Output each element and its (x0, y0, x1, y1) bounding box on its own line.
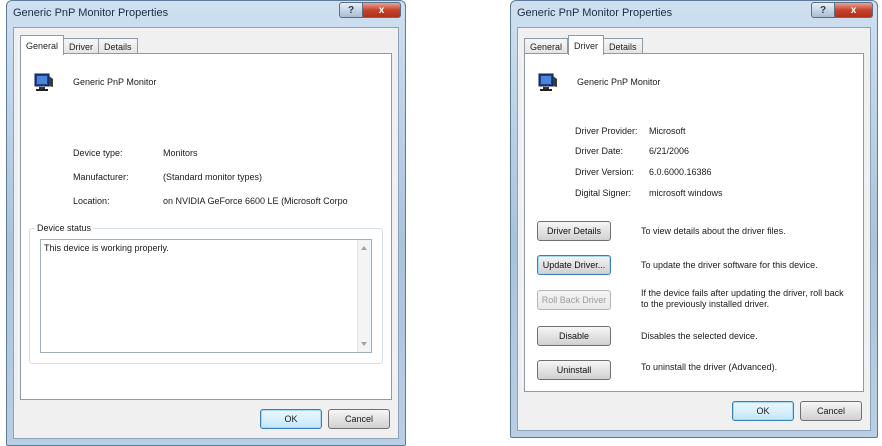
roll-back-driver-desc: If the device fails after updating the d… (641, 288, 844, 309)
tab-general[interactable]: General (20, 35, 65, 55)
title-bar-buttons: ? x (811, 2, 873, 18)
device-status-textbox[interactable]: This device is working properly. (40, 239, 372, 353)
driver-details-button[interactable]: Driver Details (537, 221, 611, 241)
prop-value: on NVIDIA GeForce 6600 LE (Microsoft Cor… (163, 196, 348, 206)
help-button[interactable]: ? (339, 2, 363, 18)
tab-strip: General Driver Details (20, 34, 138, 55)
prop-label: Driver Version: (575, 167, 635, 177)
scroll-up-icon[interactable] (361, 246, 367, 250)
general-tab-panel: Generic PnP Monitor Device type: Monitor… (20, 53, 392, 400)
device-name: Generic PnP Monitor (577, 77, 661, 87)
prop-label: Driver Provider: (575, 126, 638, 136)
cancel-button[interactable]: Cancel (800, 401, 862, 421)
update-driver-button[interactable]: Update Driver... (537, 255, 611, 275)
right-properties-dialog: Generic PnP Monitor Properties ? x Gener… (510, 0, 878, 438)
dialog-body: General Driver Details Generic PnP Monit… (517, 27, 871, 431)
prop-label: Driver Date: (575, 146, 624, 156)
scroll-down-icon[interactable] (361, 342, 367, 346)
prop-value: 6/21/2006 (649, 146, 690, 156)
prop-value: Microsoft (649, 126, 686, 136)
device-status-group: Device status This device is working pro… (29, 223, 383, 364)
status-text: This device is working properly. (44, 243, 169, 253)
device-name: Generic PnP Monitor (73, 77, 157, 87)
prop-row-digital-signer: Digital Signer: microsoft windows (525, 188, 863, 200)
close-button[interactable]: x (363, 2, 401, 18)
group-title: Device status (35, 223, 94, 233)
prop-row-driver-date: Driver Date: 6/21/2006 (525, 146, 863, 158)
cancel-button[interactable]: Cancel (328, 409, 390, 429)
driver-tab-panel: Generic PnP Monitor Driver Provider: Mic… (524, 53, 864, 392)
prop-row-driver-version: Driver Version: 6.0.6000.16386 (525, 167, 863, 179)
close-button[interactable]: x (835, 2, 873, 18)
tab-strip: General Driver Details (524, 34, 643, 55)
ok-button[interactable]: OK (732, 401, 794, 421)
update-driver-desc: To update the driver software for this d… (641, 260, 818, 270)
prop-value: microsoft windows (649, 188, 723, 198)
prop-value: 6.0.6000.16386 (649, 167, 712, 177)
scrollbar[interactable] (357, 240, 371, 352)
tab-driver[interactable]: Driver (568, 35, 605, 55)
prop-label: Digital Signer: (575, 188, 632, 198)
prop-row-device-type: Device type: Monitors (21, 148, 391, 160)
prop-label: Location: (73, 196, 110, 206)
title-bar[interactable]: Generic PnP Monitor Properties ? x (511, 1, 877, 27)
disable-desc: Disables the selected device. (641, 331, 758, 341)
uninstall-button[interactable]: Uninstall (537, 360, 611, 380)
prop-value: (Standard monitor types) (163, 172, 263, 182)
disable-button[interactable]: Disable (537, 326, 611, 346)
prop-value: Monitors (163, 148, 198, 158)
ok-button[interactable]: OK (260, 409, 322, 429)
uninstall-desc: To uninstall the driver (Advanced). (641, 362, 778, 372)
help-button[interactable]: ? (811, 2, 835, 18)
title-bar[interactable]: Generic PnP Monitor Properties ? x (7, 1, 405, 27)
dialog-body: General Driver Details Generic PnP Monit… (13, 27, 399, 439)
window-title: Generic PnP Monitor Properties (13, 7, 169, 19)
monitor-icon (538, 73, 557, 91)
left-properties-dialog: Generic PnP Monitor Properties ? x Gener… (6, 0, 406, 446)
prop-row-driver-provider: Driver Provider: Microsoft (525, 126, 863, 138)
title-bar-buttons: ? x (339, 2, 401, 18)
driver-details-desc: To view details about the driver files. (641, 226, 786, 236)
monitor-icon (34, 73, 53, 91)
prop-label: Device type: (73, 148, 123, 158)
prop-row-location: Location: on NVIDIA GeForce 6600 LE (Mic… (21, 196, 391, 208)
prop-row-manufacturer: Manufacturer: (Standard monitor types) (21, 172, 391, 184)
window-title: Generic PnP Monitor Properties (517, 7, 673, 19)
roll-back-driver-button[interactable]: Roll Back Driver (537, 290, 611, 310)
prop-label: Manufacturer: (73, 172, 129, 182)
